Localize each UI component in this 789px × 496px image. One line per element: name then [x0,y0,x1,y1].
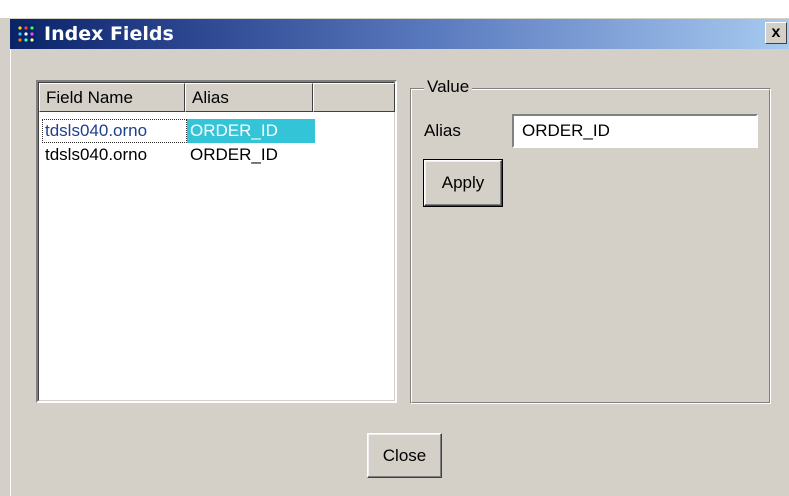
column-header-alias[interactable]: Alias [185,83,313,112]
grid-dots-icon [16,24,36,44]
value-group-legend: Value [424,76,473,98]
close-button[interactable]: Close [367,433,442,478]
fields-list-inner: Field Name Alias tdsls040.orno ORDER_ID … [38,82,395,401]
table-row[interactable]: tdsls040.orno ORDER_ID [39,143,395,167]
alias-label: Alias [424,121,461,140]
alias-cell: ORDER_ID [187,119,315,143]
field-name-cell: tdsls040.orno [45,145,148,164]
apply-button[interactable]: Apply [423,159,503,207]
title-bar[interactable]: Index Fields x [10,19,789,49]
column-header-empty[interactable] [313,83,395,112]
alias-cell: ORDER_ID [190,145,278,164]
table-row-selected[interactable]: tdsls040.orno ORDER_ID [39,119,395,143]
field-name-cell: tdsls040.orno [42,119,187,143]
fields-list[interactable]: Field Name Alias tdsls040.orno ORDER_ID … [36,80,397,403]
alias-input[interactable] [512,114,758,148]
close-icon: x [771,24,781,41]
dialog-window: Index Fields x Field Name Alias tdsls040… [0,0,789,496]
window-close-button[interactable]: x [765,22,787,44]
window-title: Index Fields [44,23,174,45]
column-header-field-name[interactable]: Field Name [39,83,185,112]
frame-top-strip [0,0,789,18]
